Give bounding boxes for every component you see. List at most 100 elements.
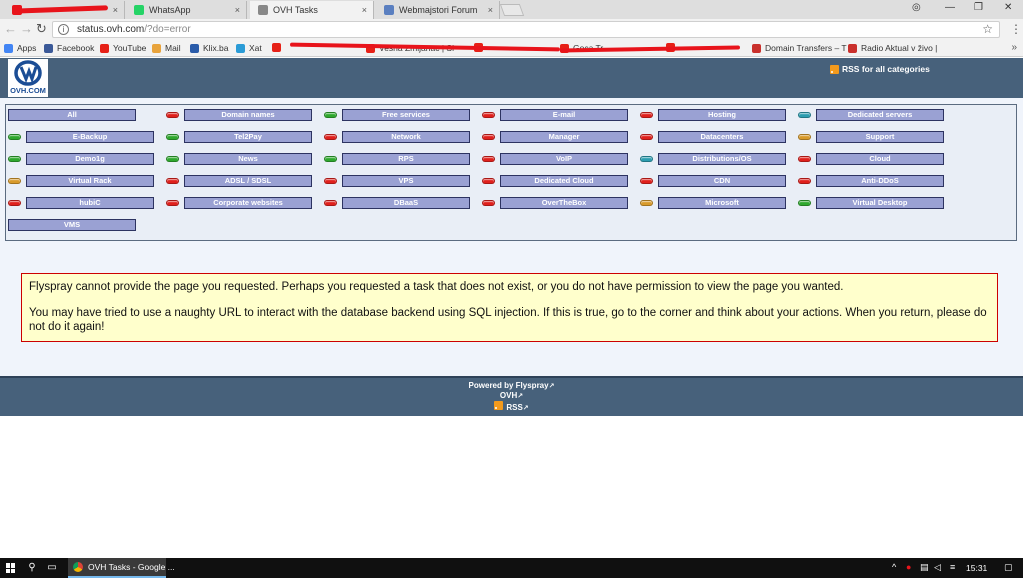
rss-footer-link[interactable]: RSS↗	[0, 401, 1023, 412]
status-red-icon	[640, 112, 653, 118]
bookmark-mail[interactable]: Mail	[152, 43, 181, 53]
tray-up-icon[interactable]: ^	[892, 562, 896, 572]
bookmark-apps[interactable]: Apps	[4, 43, 36, 53]
bookmark-redacted-1[interactable]	[272, 43, 285, 52]
status-red-icon	[482, 178, 495, 184]
category-dedicated-cloud: Dedicated Cloud	[482, 174, 628, 188]
category-button[interactable]: Datacenters	[658, 131, 786, 143]
tab-whatsapp[interactable]: WhatsApp ×	[126, 1, 247, 19]
tab-close-icon[interactable]: ×	[235, 5, 240, 15]
category-button[interactable]: E-Backup	[26, 131, 154, 143]
category-button[interactable]: CDN	[658, 175, 786, 187]
bookmark-facebook[interactable]: Facebook	[44, 43, 94, 53]
category-button[interactable]: Network	[342, 131, 470, 143]
category-button[interactable]: E-mail	[500, 109, 628, 121]
status-red-icon	[482, 156, 495, 162]
category-button[interactable]: Virtual Rack	[26, 175, 154, 187]
taskbar-chrome-app[interactable]: OVH Tasks - Google ...	[68, 558, 175, 578]
bookmark-youtube[interactable]: YouTube	[100, 43, 146, 53]
tab-close-icon[interactable]: ×	[488, 5, 493, 15]
forward-icon[interactable]: →	[20, 22, 33, 36]
status-green-icon	[166, 134, 179, 140]
category-button[interactable]: OverTheBox	[500, 197, 628, 209]
bookmark-star-icon[interactable]: ☆	[982, 22, 993, 36]
category-button[interactable]: Distributions/OS	[658, 153, 786, 165]
ovh-link[interactable]: OVH↗	[0, 391, 1023, 400]
browser-menu-icon[interactable]: ⋮	[1010, 22, 1022, 36]
notifications-icon[interactable]: ▢	[1004, 562, 1013, 573]
new-tab-button[interactable]	[499, 4, 525, 16]
category-button[interactable]: Manager	[500, 131, 628, 143]
status-red-icon	[324, 178, 337, 184]
powered-by-link[interactable]: Powered by Flyspray↗	[0, 381, 1023, 390]
bookmark-radio-aktual[interactable]: Radio Aktual v živo |	[848, 43, 937, 53]
bookmark-icon	[190, 43, 199, 53]
category-button[interactable]: Corporate websites	[184, 197, 312, 209]
category-all: All	[8, 108, 136, 122]
category-button[interactable]: All	[8, 109, 136, 121]
category-voip: VoIP	[482, 152, 628, 166]
category-button[interactable]: Dedicated Cloud	[500, 175, 628, 187]
category-button[interactable]: VPS	[342, 175, 470, 187]
tray-app-icon[interactable]: ●	[906, 562, 911, 572]
bookmark-icon	[100, 43, 109, 53]
category-button[interactable]: hubiC	[26, 197, 154, 209]
clock: 15:31	[966, 563, 988, 573]
category-button[interactable]: Free services	[342, 109, 470, 121]
reload-icon[interactable]: ↻	[36, 22, 47, 36]
category-datacenters: Datacenters	[640, 130, 786, 144]
account-icon[interactable]: ◎	[912, 2, 921, 13]
bookmark-xat[interactable]: Xat	[236, 43, 262, 53]
external-link-icon: ↗	[517, 393, 524, 400]
language-icon[interactable]: ≡	[950, 562, 955, 572]
search-icon[interactable]: ⚲	[26, 562, 38, 574]
tab-close-icon[interactable]: ×	[362, 5, 367, 15]
category-button[interactable]: Tel2Pay	[184, 131, 312, 143]
category-button[interactable]: Hosting	[658, 109, 786, 121]
category-button[interactable]: DBaaS	[342, 197, 470, 209]
task-view-icon[interactable]: ▭	[46, 562, 58, 574]
category-button[interactable]: Dedicated servers	[816, 109, 944, 121]
external-link-icon: ↗	[548, 383, 555, 390]
windows-start-icon[interactable]	[6, 563, 16, 573]
taskbar: ⚲ ▭ OVH Tasks - Google ... ^ ● ▤ ◁ ≡ 15:…	[0, 558, 1023, 578]
bookmark-klix[interactable]: Klix.ba	[190, 43, 229, 53]
rss-all-link[interactable]: RSS for all categories	[830, 64, 930, 74]
minimize-icon[interactable]: —	[945, 2, 955, 13]
tab-close-icon[interactable]: ×	[113, 5, 118, 15]
category-button[interactable]: Anti-DDoS	[816, 175, 944, 187]
category-button[interactable]: Cloud	[816, 153, 944, 165]
category-button[interactable]: RPS	[342, 153, 470, 165]
volume-icon[interactable]: ◁	[934, 562, 941, 573]
tab-label: Webmajstori Forum	[399, 5, 478, 15]
category-button[interactable]: Virtual Desktop	[816, 197, 944, 209]
category-button[interactable]: Domain names	[184, 109, 312, 121]
rss-icon	[830, 64, 839, 74]
info-icon[interactable]: i	[58, 24, 69, 35]
category-button[interactable]: Demo1g	[26, 153, 154, 165]
url-text[interactable]: status.ovh.com/?do=error	[77, 24, 191, 35]
more-bookmarks-icon[interactable]: »	[1011, 42, 1017, 53]
tab-webmajstori[interactable]: Webmajstori Forum ×	[376, 1, 500, 19]
bookmark-label: YouTube	[113, 43, 147, 53]
close-window-icon[interactable]: ✕	[1004, 2, 1012, 13]
powered-by-label: Powered by Flyspray	[468, 381, 549, 390]
bookmark-icon	[44, 43, 53, 53]
ovh-logo[interactable]: OVH.COM	[8, 59, 48, 97]
category-button[interactable]: VMS	[8, 219, 136, 231]
category-button[interactable]: Support	[816, 131, 944, 143]
category-button[interactable]: News	[184, 153, 312, 165]
category-button[interactable]: VoIP	[500, 153, 628, 165]
network-icon[interactable]: ▤	[920, 562, 929, 573]
tab-ovh-tasks[interactable]: OVH Tasks ×	[250, 1, 374, 19]
status-orange-icon	[798, 134, 811, 140]
error-line-2: You may have tried to use a naughty URL …	[29, 307, 987, 333]
maximize-icon[interactable]: ❐	[974, 2, 983, 13]
status-red-icon	[166, 112, 179, 118]
bookmark-domain-transfers[interactable]: Domain Transfers – T	[752, 43, 847, 53]
category-button[interactable]: Microsoft	[658, 197, 786, 209]
status-orange-icon	[8, 178, 21, 184]
address-bar[interactable]: i status.ovh.com/?do=error ☆	[52, 21, 1000, 38]
back-icon[interactable]: ←	[4, 22, 17, 36]
category-button[interactable]: ADSL / SDSL	[184, 175, 312, 187]
